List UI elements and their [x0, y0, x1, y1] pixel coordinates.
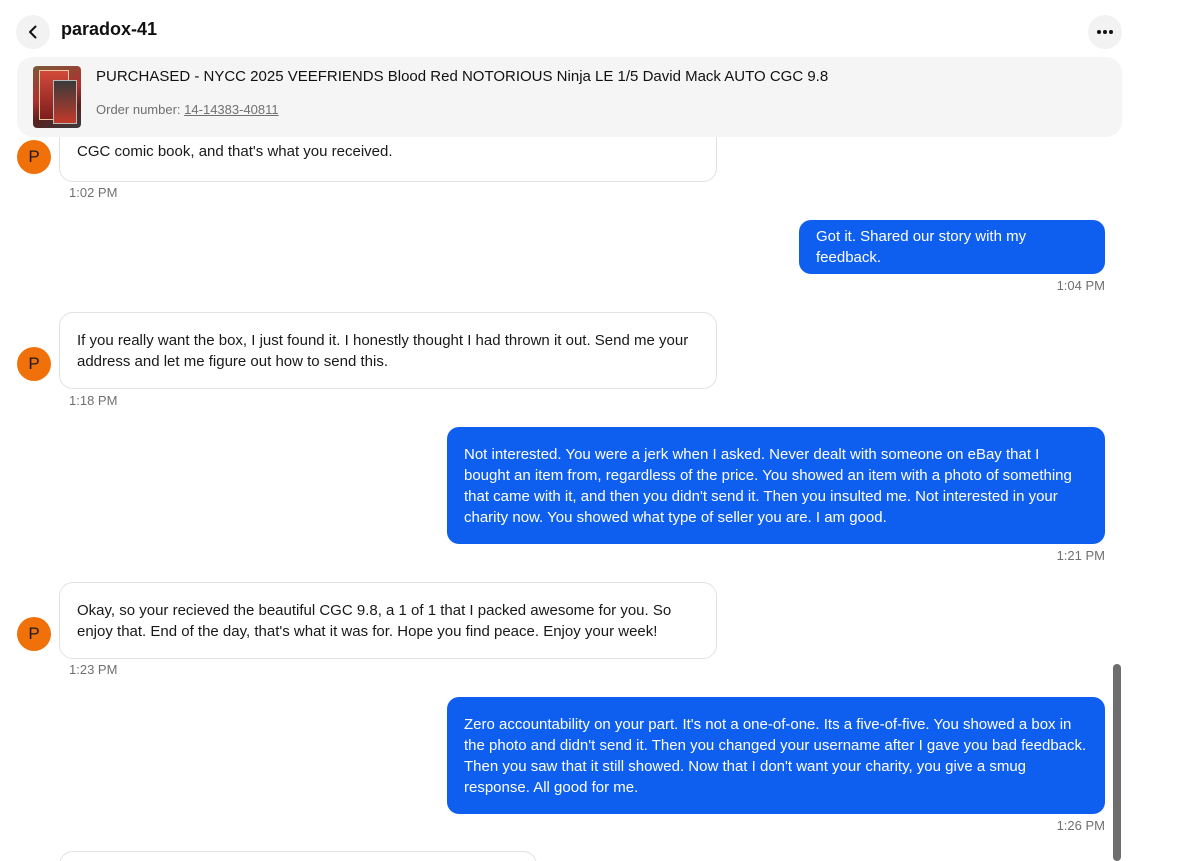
avatar[interactable]: P — [17, 347, 51, 381]
outgoing-message-bubble: Not interested. You were a jerk when I a… — [447, 427, 1105, 544]
message-text: Got it. Shared our story with my feedbac… — [816, 228, 1027, 266]
outgoing-message-bubble: Zero accountability on your part. It's n… — [447, 697, 1105, 814]
message-text: CGC comic book, and that's what you rece… — [77, 143, 393, 160]
message-timestamp: 1:23 PM — [69, 662, 118, 677]
message-timestamp: 1:26 PM — [1056, 818, 1105, 833]
order-item-title: PURCHASED - NYCC 2025 VEEFRIENDS Blood R… — [96, 68, 829, 85]
avatar[interactable]: P — [17, 140, 51, 174]
incoming-message-bubble: If you really want the box, I just found… — [59, 312, 717, 389]
avatar[interactable]: P — [17, 617, 51, 651]
incoming-message-bubble: Okay, so your recieved the beautiful CGC… — [59, 582, 717, 659]
order-number-label: Order number: — [96, 102, 181, 117]
avatar-initial: P — [28, 147, 40, 166]
message-timestamp: 1:18 PM — [69, 393, 118, 408]
incoming-message-bubble-partial — [59, 851, 537, 861]
message-timestamp: 1:02 PM — [69, 185, 118, 200]
message-text: Not interested. You were a jerk when I a… — [464, 445, 1072, 526]
avatar-initial: P — [28, 624, 40, 643]
message-text: Zero accountability on your part. It's n… — [464, 715, 1087, 796]
message-timestamp: 1:04 PM — [1056, 278, 1105, 293]
avatar-initial: P — [28, 354, 40, 373]
order-summary-card[interactable]: PURCHASED - NYCC 2025 VEEFRIENDS Blood R… — [17, 57, 1122, 137]
outgoing-message-bubble: Got it. Shared our story with my feedbac… — [799, 220, 1105, 274]
scrollbar-thumb[interactable] — [1113, 664, 1121, 861]
order-number-row: Order number: 14-14383-40811 — [96, 102, 279, 117]
message-text: If you really want the box, I just found… — [77, 331, 689, 370]
item-thumbnail[interactable] — [33, 66, 81, 128]
message-text: Okay, so your recieved the beautiful CGC… — [77, 601, 672, 640]
order-number-link[interactable]: 14-14383-40811 — [184, 102, 278, 117]
message-timestamp: 1:21 PM — [1056, 548, 1105, 563]
